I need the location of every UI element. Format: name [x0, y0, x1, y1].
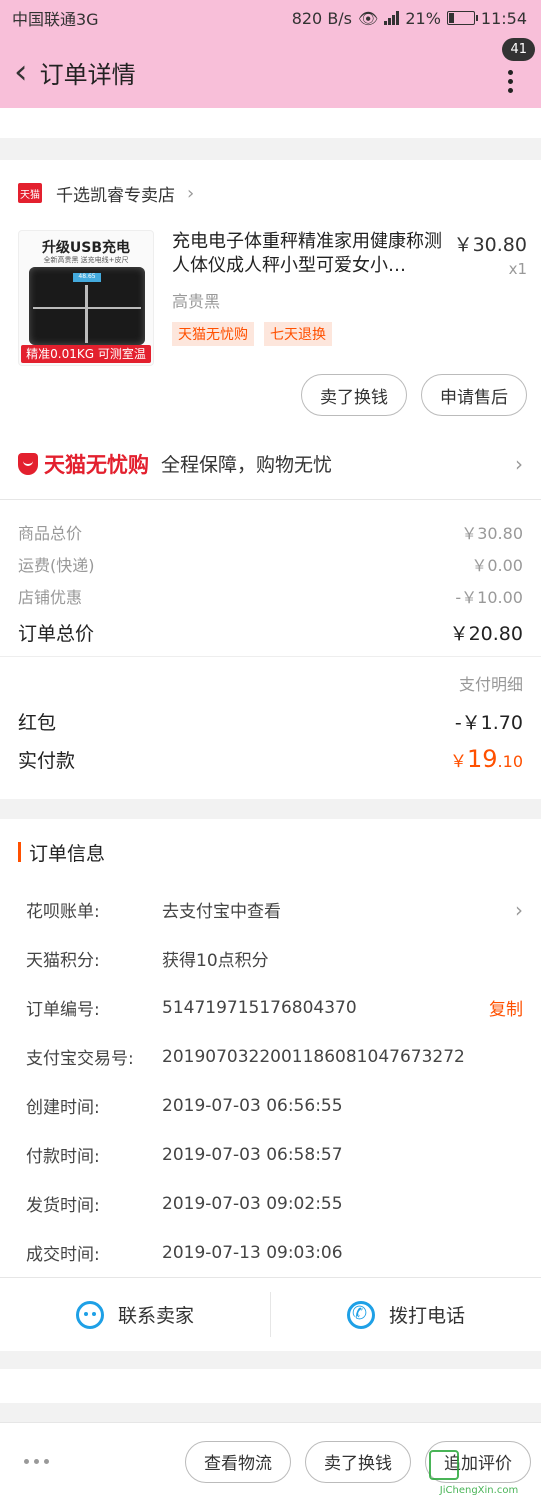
clock: 11:54: [480, 8, 527, 28]
order-number-row: 订单编号: 514719715176804370 复制: [0, 983, 541, 1032]
product-image[interactable]: 升级USB充电 全新高贵黑 送充电线+皮尺 48.65 精准0.01KG 可测室…: [18, 230, 154, 366]
product-sku: 高贵黑: [172, 292, 221, 311]
redpack-value: -￥1.70: [454, 711, 523, 734]
status-bar: 中国联通3G 820 B/s 👁 21% 11:54: [0, 0, 541, 36]
tag-wuyou: 天猫无忧购: [172, 322, 254, 346]
product-name: 充电电子体重秤精准家用健康称测人体仪成人秤小型可爱女小…: [172, 231, 442, 276]
carrier-label: 中国联通3G: [12, 10, 99, 29]
wuyou-logo: 天猫无忧购: [18, 449, 149, 479]
image-subtitle: 全新高贵黑 送充电线+皮尺: [43, 256, 129, 264]
shop-row[interactable]: 天猫 千选凯睿专卖店 ›: [0, 160, 541, 226]
shipping-value: ￥0.00: [471, 556, 523, 575]
signal-icon: [384, 11, 400, 25]
contact-seller-button[interactable]: 联系卖家: [0, 1278, 270, 1351]
product-qty: x1: [508, 260, 527, 278]
payment-detail-link[interactable]: 支付明细: [0, 671, 541, 701]
order-info-title: 订单信息: [0, 819, 541, 885]
back-icon[interactable]: ‹: [14, 55, 28, 89]
chevron-right-icon: ›: [515, 897, 523, 922]
order-total-value: ￥20.80: [449, 622, 523, 645]
image-title: 升级USB充电: [41, 240, 131, 256]
empty-section: [0, 1369, 541, 1403]
watermark-logo-icon: [429, 1450, 459, 1480]
after-sale-button[interactable]: 申请售后: [421, 374, 527, 416]
shipped-time-row: 发货时间: 2019-07-03 09:02:55: [26, 1193, 343, 1217]
shipping-label: 运费(快递): [18, 556, 95, 575]
call-phone-button[interactable]: 拨打电话: [271, 1278, 541, 1351]
page-title: 订单详情: [39, 60, 136, 89]
wuyou-row[interactable]: 天猫无忧购 全程保障，购物无忧 ›: [0, 428, 541, 500]
scale-image: 48.65: [29, 267, 145, 345]
payment-box: 支付明细 红包 -￥1.70 实付款 ￥19.10: [0, 656, 541, 799]
bottom-sell-exchange-button[interactable]: 卖了换钱: [305, 1440, 411, 1483]
paid-time-row: 付款时间: 2019-07-03 06:58:57: [26, 1144, 343, 1168]
goods-total-label: 商品总价: [18, 524, 83, 543]
huabei-row[interactable]: 花呗账单: 去支付宝中查看 ›: [0, 885, 541, 934]
top-bar: 中国联通3G 820 B/s 👁 21% 11:54 ‹ 订单详情 41: [0, 0, 541, 108]
chat-icon: [75, 1300, 104, 1329]
more-icon[interactable]: [508, 70, 513, 93]
net-speed: 820 B/s: [291, 8, 353, 28]
tag-return: 七天退换: [264, 322, 332, 346]
chevron-right-icon: ›: [187, 182, 195, 204]
contact-row: 联系卖家 拨打电话: [0, 1277, 541, 1351]
copy-button[interactable]: 复制: [489, 995, 523, 1020]
order-total-label: 订单总价: [18, 622, 95, 645]
battery-percent: 21%: [405, 8, 441, 28]
actual-paid-label: 实付款: [18, 749, 76, 772]
phone-icon: [346, 1300, 375, 1329]
discount-label: 店铺优惠: [18, 588, 83, 607]
message-badge: 41: [502, 38, 535, 61]
price-summary: 商品总价 ￥30.80 运费(快递) ￥0.00 店铺优惠 -￥10.00 订单总价 ￥…: [0, 500, 541, 656]
product-item[interactable]: 升级USB充电 全新高贵黑 送充电线+皮尺 48.65 精准0.01KG 可测室…: [0, 226, 541, 374]
shop-name: 千选凯睿专卖店: [56, 185, 175, 206]
goods-total-value: ￥30.80: [461, 524, 523, 543]
shield-icon: [18, 452, 38, 475]
discount-value: -￥10.00: [455, 588, 523, 607]
chevron-right-icon: ›: [515, 451, 523, 476]
page-header: ‹ 订单详情 41: [0, 36, 541, 108]
alipay-trade-row: 支付宝交易号: 2019070322001186081047673272: [26, 1046, 465, 1070]
eye-icon: 👁: [358, 8, 379, 28]
order-info-card: 订单信息 花呗账单: 去支付宝中查看 › 天猫积分: 获得10点积分 订单编号:…: [0, 819, 541, 1351]
sell-exchange-button[interactable]: 卖了换钱: [301, 374, 407, 416]
top-strip: [0, 108, 541, 138]
view-logistics-button[interactable]: 查看物流: [185, 1440, 291, 1483]
deal-time-row: 成交时间: 2019-07-13 09:03:06: [26, 1242, 343, 1266]
points-row: 天猫积分: 获得10点积分: [26, 951, 269, 971]
created-time-row: 创建时间: 2019-07-03 06:56:55: [26, 1095, 343, 1119]
redpack-label: 红包: [18, 711, 57, 734]
battery-icon: [446, 11, 478, 25]
watermark: JiChengXin.com: [423, 1444, 535, 1496]
image-tag: 精准0.01KG 可测室温: [21, 345, 151, 363]
product-price: ￥30.80: [453, 234, 527, 256]
tmall-icon: 天猫: [18, 183, 42, 203]
product-card: 天猫 千选凯睿专卖店 › 升级USB充电 全新高贵黑 送充电线+皮尺 48.65…: [0, 160, 541, 799]
wuyou-text: 全程保障，购物无忧: [161, 454, 333, 476]
more-dots-icon[interactable]: [24, 1459, 49, 1464]
actual-paid-value: ￥19.10: [450, 745, 523, 773]
wuyou-logo-text: 天猫无忧购: [44, 452, 149, 477]
